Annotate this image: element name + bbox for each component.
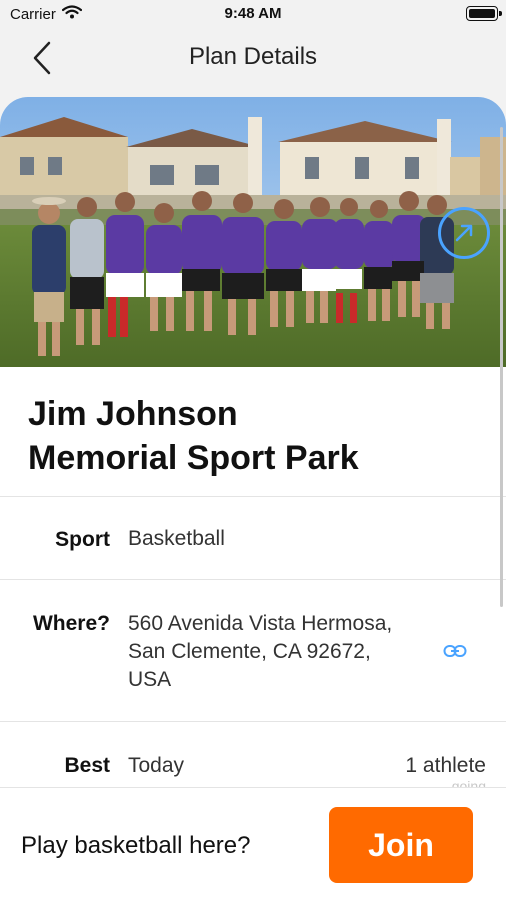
venue-name: Jim Johnson Memorial Sport Park (28, 392, 478, 480)
join-prompt: Play basketball here? (21, 832, 251, 859)
battery-icon (466, 6, 502, 21)
address-line1: 560 Avenida Vista Hermosa, (128, 612, 393, 635)
best-value: Today (128, 754, 185, 777)
divider (0, 496, 506, 497)
divider (0, 579, 506, 580)
sport-label: Sport (55, 528, 110, 551)
page-title: Plan Details (188, 43, 318, 70)
venue-photo (0, 97, 506, 367)
status-bar: Carrier 9:48 AM (0, 0, 506, 30)
address[interactable]: 560 Avenida Vista Hermosa, San Clemente,… (128, 610, 392, 694)
navigation-bar: Plan Details (0, 30, 506, 86)
best-label: Best (64, 754, 110, 777)
athletes-value: 1 athlete (405, 754, 486, 777)
venue-name-line1: Jim Johnson (28, 395, 238, 433)
divider (0, 721, 506, 722)
scroll-indicator (500, 127, 503, 607)
address-line2: San Clemente, CA 92672, (128, 640, 371, 663)
photo-share-button[interactable] (438, 207, 490, 259)
where-label: Where? (32, 612, 110, 635)
sport-value: Basketball (128, 527, 225, 550)
join-button[interactable]: Join (329, 807, 473, 883)
link-icon[interactable] (442, 641, 468, 661)
plan-detail-card: Jim Johnson Memorial Sport Park Sport Ba… (0, 97, 506, 900)
bottom-action-bar: Play basketball here? Join (0, 787, 506, 900)
status-time: 9:48 AM (224, 5, 282, 22)
venue-name-line2: Memorial Sport Park (28, 439, 359, 477)
address-line3: USA (128, 668, 172, 691)
share-icon (455, 224, 473, 242)
